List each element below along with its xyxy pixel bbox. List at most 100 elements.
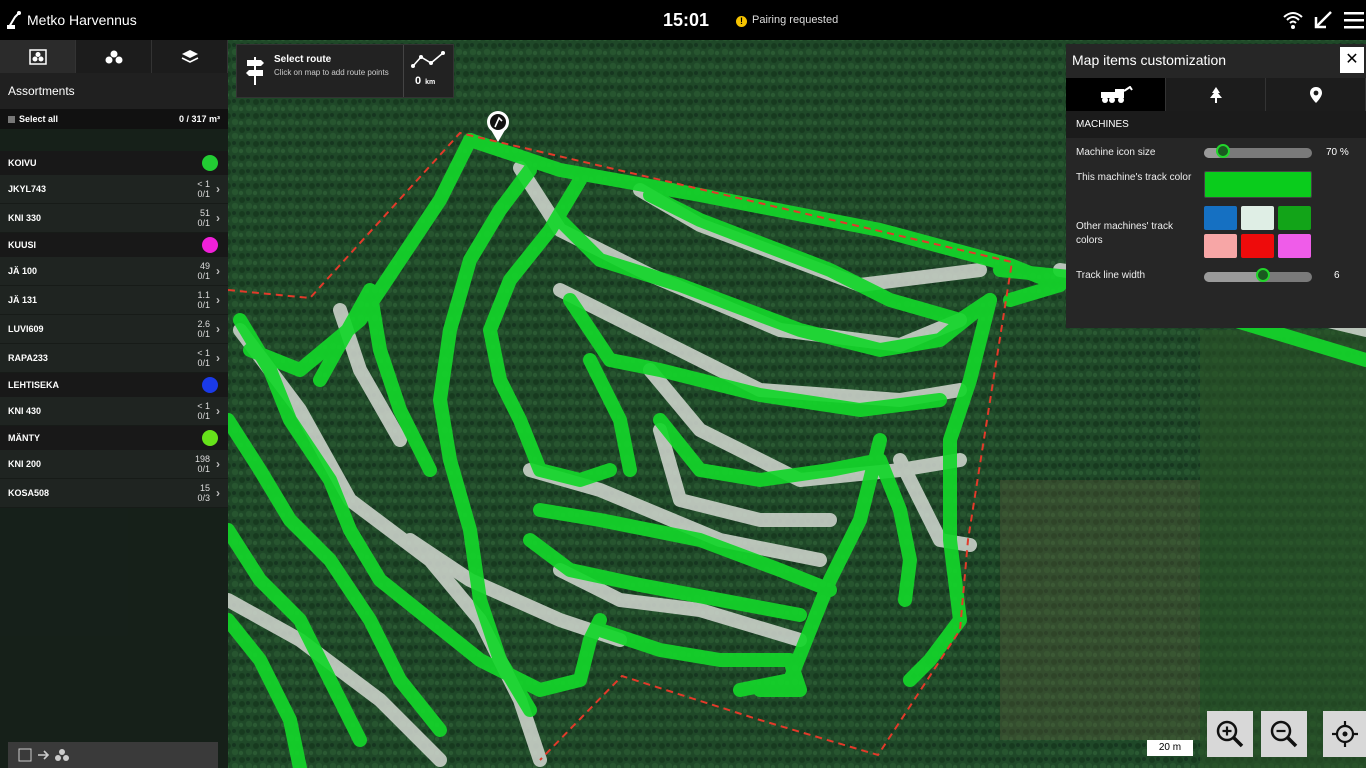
signpost-icon[interactable] xyxy=(245,55,265,87)
route-distance-unit: km xyxy=(425,79,436,86)
slider-handle[interactable] xyxy=(1256,268,1271,282)
divider xyxy=(403,45,404,97)
assortment-item-name: RAPA233 xyxy=(8,353,48,363)
close-button[interactable]: ✕ xyxy=(1340,47,1364,73)
tab-machines[interactable] xyxy=(1066,78,1166,111)
tab-places[interactable] xyxy=(1266,78,1366,111)
locate-button[interactable] xyxy=(1323,711,1366,757)
route-title: Select route xyxy=(274,54,332,65)
tab-layers[interactable] xyxy=(152,40,228,73)
panel-title: Map items customization xyxy=(1066,44,1366,78)
color-swatch[interactable] xyxy=(1278,234,1311,258)
assortment-item-values: 15 0/3 xyxy=(197,483,210,503)
assortment-item[interactable]: LUVI609 2.6 0/1 › xyxy=(0,315,228,344)
zoom-in-button[interactable] xyxy=(1207,711,1253,757)
track-color-label: This machine's track color xyxy=(1076,172,1192,183)
chevron-right-icon: › xyxy=(216,211,220,225)
track-color-picker[interactable] xyxy=(1204,171,1312,198)
total-volume: 0 / 317 m³ xyxy=(178,114,220,124)
color-swatch[interactable] xyxy=(1241,234,1274,258)
assortment-item-values: 2.6 0/1 xyxy=(197,319,210,339)
assortment-item-count: 0/1 xyxy=(197,329,210,339)
line-width-slider[interactable] xyxy=(1204,268,1312,282)
color-swatch[interactable] xyxy=(1241,206,1274,230)
assortment-group[interactable]: KUUSI xyxy=(0,233,228,257)
icon-size-label: Machine icon size xyxy=(1076,147,1156,158)
close-icon: ✕ xyxy=(1345,51,1359,68)
assortment-item-count: 0/1 xyxy=(197,189,210,199)
pile-to-logs-icon xyxy=(18,748,69,762)
tab-piles[interactable] xyxy=(76,40,152,73)
wifi-icon[interactable] xyxy=(1282,9,1304,31)
assortment-item-name: KNI 330 xyxy=(8,213,42,223)
assortment-item-name: LUVI609 xyxy=(8,324,44,334)
assortment-color-swatch[interactable] xyxy=(202,155,218,171)
assortment-item-volume: 1.1 xyxy=(197,290,210,300)
assortment-item-values: < 1 0/1 xyxy=(197,401,210,421)
assortment-item[interactable]: KOSA508 15 0/3 › xyxy=(0,479,228,508)
logs-icon xyxy=(105,50,122,63)
customization-tabs xyxy=(1066,78,1366,111)
assortment-group[interactable]: LEHTISEKA xyxy=(0,373,228,397)
assortment-item-count: 0/1 xyxy=(197,358,210,368)
route-distance: 0 km xyxy=(415,75,435,87)
zoom-out-button[interactable] xyxy=(1261,711,1307,757)
map-customization-panel: Map items customization ✕ MACHINES Machi… xyxy=(1066,44,1366,328)
forest-background xyxy=(1200,330,1366,768)
assortment-group[interactable]: MÄNTY xyxy=(0,426,228,450)
color-swatch[interactable] xyxy=(1278,206,1311,230)
assortment-item[interactable]: KNI 200 198 0/1 › xyxy=(0,450,228,479)
chevron-right-icon: › xyxy=(216,351,220,365)
assortment-item[interactable]: JÄ 131 1.1 0/1 › xyxy=(0,286,228,315)
assortment-item-name: KOSA508 xyxy=(8,488,50,498)
pairing-status[interactable]: ! Pairing requested xyxy=(736,14,838,27)
assortment-item[interactable]: KNI 330 51 0/1 › xyxy=(0,204,228,233)
assortment-item[interactable]: JÄ 100 49 0/1 › xyxy=(0,257,228,286)
assortment-group-name: KUUSI xyxy=(8,240,37,250)
volume-toggle-button[interactable] xyxy=(8,742,218,768)
clearing-patch xyxy=(1000,480,1200,740)
location-pin-icon xyxy=(1309,86,1322,103)
assortment-item[interactable]: JKYL743 < 1 0/1 › xyxy=(0,175,228,204)
assortment-color-swatch[interactable] xyxy=(202,430,218,446)
other-colors-label: Other machines' track colors xyxy=(1076,221,1173,246)
log-pile-icon xyxy=(28,48,47,65)
clock: 15:01 xyxy=(663,10,710,30)
icon-size-slider[interactable] xyxy=(1204,144,1312,158)
menu-icon[interactable] xyxy=(1343,9,1365,31)
color-swatch[interactable] xyxy=(1204,206,1237,230)
route-line-icon[interactable] xyxy=(411,51,445,69)
select-all-row[interactable]: Select all 0 / 317 m³ xyxy=(0,109,228,129)
assortment-group-name: MÄNTY xyxy=(8,433,40,443)
assortment-item[interactable]: RAPA233 < 1 0/1 › xyxy=(0,344,228,373)
color-swatch[interactable] xyxy=(1204,234,1237,258)
select-all-checkbox[interactable] xyxy=(8,116,15,123)
assortment-item-values: < 1 0/1 xyxy=(197,348,210,368)
top-bar: Metko Harvennus 15:01 ! Pairing requested xyxy=(0,0,1366,41)
crosshair-icon xyxy=(1331,721,1358,747)
slider-handle[interactable] xyxy=(1216,144,1231,158)
tab-trees[interactable] xyxy=(1166,78,1266,111)
assortment-item-values: 1.1 0/1 xyxy=(197,290,210,310)
harvester-logo-icon xyxy=(7,11,21,29)
icon-size-value: 70 % xyxy=(1326,147,1349,158)
pairing-status-text: Pairing requested xyxy=(752,14,839,26)
assortment-item-count: 0/1 xyxy=(197,411,210,421)
assortment-item[interactable]: KNI 430 < 1 0/1 › xyxy=(0,397,228,426)
assortment-item-values: < 1 0/1 xyxy=(197,179,210,199)
layers-icon xyxy=(181,49,198,63)
panel-heading: Assortments xyxy=(0,73,228,109)
assortment-item-volume: < 1 xyxy=(197,401,210,411)
download-arrow-icon[interactable] xyxy=(1312,9,1334,31)
assortment-item-volume: 51 xyxy=(199,208,210,218)
assortment-item-name: KNI 430 xyxy=(8,406,42,416)
assortment-color-swatch[interactable] xyxy=(202,377,218,393)
assortment-list: KOIVU JKYL743 < 1 0/1 › KNI 330 51 0/1 › KUUSI JÄ … xyxy=(0,151,228,508)
tab-assortments[interactable] xyxy=(0,40,76,73)
chevron-right-icon: › xyxy=(216,322,220,336)
app-title: Metko Harvennus xyxy=(27,12,137,28)
zoom-in-icon xyxy=(1216,720,1244,748)
assortment-item-count: 0/1 xyxy=(197,218,210,228)
assortment-group[interactable]: KOIVU xyxy=(0,151,228,175)
assortment-color-swatch[interactable] xyxy=(202,237,218,253)
